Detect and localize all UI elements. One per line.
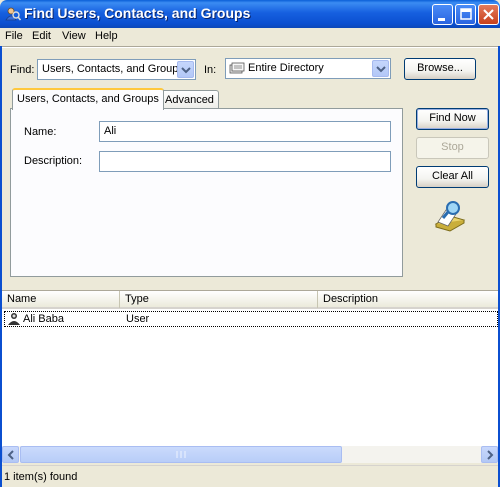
in-label: In:	[204, 64, 217, 76]
results-list[interactable]: Name Type Description Ali Baba User	[2, 290, 498, 462]
find-type-select[interactable]: Users, Contacts, and Groups	[37, 59, 196, 80]
tab-users-contacts-groups[interactable]: Users, Contacts, and Groups	[12, 88, 164, 110]
find-type-value: Users, Contacts, and Groups	[42, 63, 184, 75]
menu-file[interactable]: File	[5, 30, 23, 42]
chevron-down-icon[interactable]	[177, 61, 194, 78]
description-label: Description:	[24, 155, 83, 167]
status-text: 1 item(s) found	[4, 471, 78, 483]
tab-advanced[interactable]: Advanced	[160, 90, 219, 110]
window-title: Find Users, Contacts, and Groups	[24, 5, 251, 21]
find-now-button[interactable]: Find Now	[416, 108, 489, 130]
stop-button[interactable]: Stop	[416, 137, 489, 159]
user-icon	[7, 312, 21, 329]
result-type: User	[126, 313, 150, 325]
scope-select[interactable]: Entire Directory	[225, 58, 391, 79]
find-users-icon	[5, 6, 22, 22]
scroll-left-button[interactable]	[2, 446, 19, 463]
scroll-thumb[interactable]	[20, 446, 342, 463]
menu-view[interactable]: View	[62, 30, 86, 42]
chevron-down-icon[interactable]	[372, 60, 389, 77]
results-header: Name Type Description	[2, 291, 498, 309]
scope-value: Entire Directory	[248, 62, 324, 74]
status-bar: 1 item(s) found	[2, 465, 498, 487]
table-row[interactable]: Ali Baba User	[4, 311, 498, 327]
name-label: Name:	[24, 126, 57, 138]
menu-separator	[2, 46, 498, 48]
menu-edit[interactable]: Edit	[32, 30, 51, 42]
search-animation-icon	[432, 198, 468, 235]
search-criteria-panel: Name: Ali Description:	[10, 108, 403, 277]
directory-icon	[229, 61, 245, 79]
clear-all-button[interactable]: Clear All	[416, 166, 489, 188]
close-button[interactable]	[478, 4, 499, 25]
result-name: Ali Baba	[23, 313, 64, 325]
column-header-description[interactable]: Description	[318, 291, 498, 308]
find-label: Find:	[10, 64, 35, 76]
description-field[interactable]	[99, 151, 391, 172]
menu-bar: File Edit View Help	[0, 28, 500, 46]
scroll-right-button[interactable]	[481, 446, 498, 463]
maximize-button[interactable]	[455, 4, 476, 25]
horizontal-scrollbar[interactable]	[2, 446, 498, 463]
column-header-name[interactable]: Name	[2, 291, 120, 308]
name-field[interactable]: Ali	[99, 121, 391, 142]
column-header-type[interactable]: Type	[120, 291, 318, 308]
minimize-button[interactable]	[432, 4, 453, 25]
title-bar[interactable]: Find Users, Contacts, and Groups	[0, 0, 500, 28]
menu-help[interactable]: Help	[95, 30, 118, 42]
browse-button[interactable]: Browse...	[404, 58, 476, 80]
